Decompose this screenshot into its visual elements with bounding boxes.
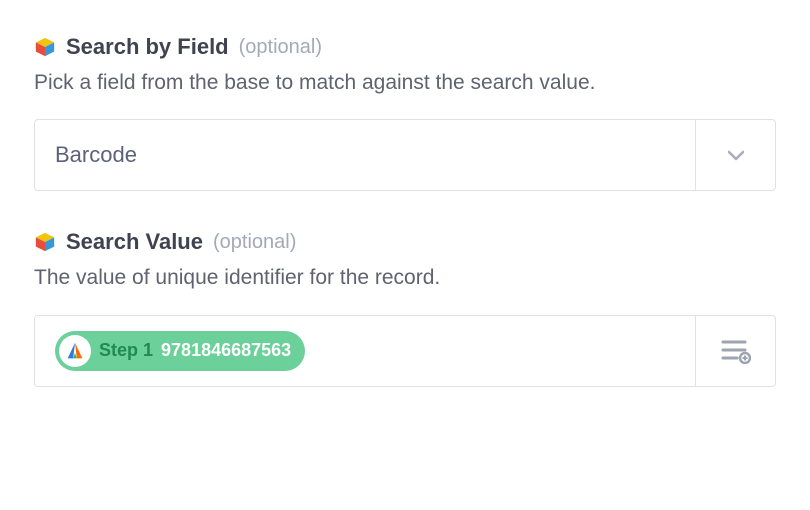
- field-title: Search by Field: [66, 34, 229, 60]
- dropdown-toggle[interactable]: [695, 120, 775, 190]
- insert-data-button[interactable]: [695, 316, 775, 386]
- field-title: Search Value: [66, 229, 203, 255]
- select-value: Barcode: [35, 120, 695, 190]
- field-header: Search by Field (optional): [34, 34, 776, 60]
- cube-icon: [34, 231, 56, 253]
- search-value-block: Search Value (optional) The value of uni…: [34, 229, 776, 386]
- app-icon: [59, 335, 91, 367]
- search-by-field-select[interactable]: Barcode: [34, 119, 776, 191]
- optional-label: (optional): [213, 231, 296, 254]
- chip-step-label: Step 1: [99, 340, 153, 361]
- search-by-field-block: Search by Field (optional) Pick a field …: [34, 34, 776, 191]
- optional-label: (optional): [239, 36, 322, 59]
- insert-data-icon: [721, 338, 751, 364]
- cube-icon: [34, 36, 56, 58]
- step-chip[interactable]: Step 1 9781846687563: [55, 331, 305, 371]
- field-header: Search Value (optional): [34, 229, 776, 255]
- field-description: The value of unique identifier for the r…: [34, 263, 776, 292]
- chevron-down-icon: [724, 143, 748, 167]
- field-description: Pick a field from the base to match agai…: [34, 68, 776, 97]
- input-content: Step 1 9781846687563: [35, 316, 695, 386]
- chip-value: 9781846687563: [161, 340, 291, 361]
- search-value-input[interactable]: Step 1 9781846687563: [34, 315, 776, 387]
